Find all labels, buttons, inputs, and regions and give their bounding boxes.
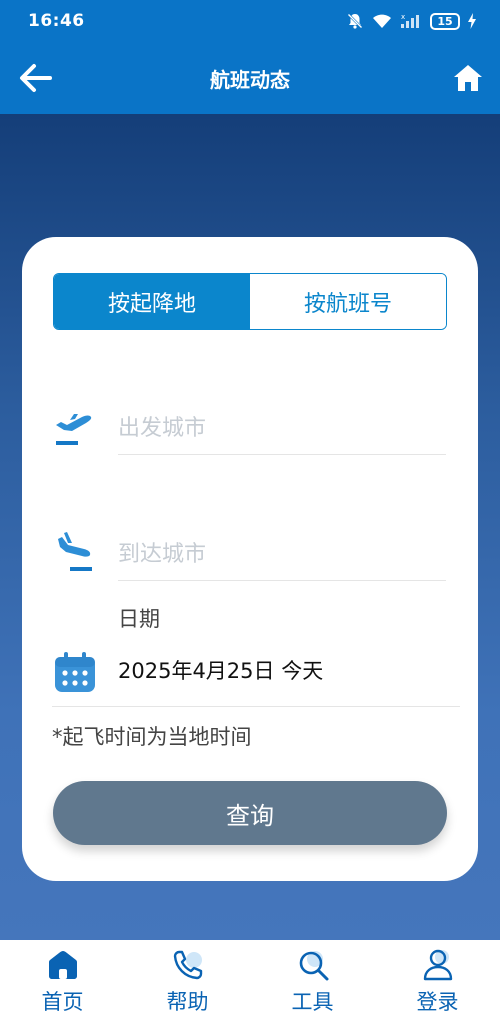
query-button[interactable]: 查询: [53, 781, 447, 845]
status-time: 16:46: [28, 11, 85, 31]
user-icon: [423, 949, 452, 981]
signal-icon: x: [401, 13, 419, 28]
nav-item-tools[interactable]: 工具: [250, 940, 375, 1020]
battery-indicator: 15: [430, 12, 460, 30]
nav-label-help: 帮助: [166, 990, 209, 1014]
landing-icon: [58, 532, 92, 571]
status-bar: 16:46 x 15: [0, 0, 500, 42]
arrival-city-input[interactable]: 到达城市: [118, 523, 446, 581]
page-title: 航班动态: [210, 67, 290, 92]
date-value[interactable]: 2025年4月25日 今天: [118, 655, 323, 685]
nav-item-login[interactable]: 登录: [375, 940, 500, 1020]
departure-city-input[interactable]: 出发城市: [118, 397, 446, 455]
calendar-icon: [55, 652, 95, 692]
home-icon[interactable]: [452, 62, 484, 94]
home-icon: [48, 951, 77, 979]
nav-item-home[interactable]: 首页: [0, 940, 125, 1020]
svg-text:x: x: [401, 13, 405, 21]
takeoff-icon: [56, 414, 92, 445]
nav-label-home: 首页: [41, 990, 84, 1014]
departure-field: 出发城市: [52, 377, 448, 457]
local-time-note: *起飞时间为当地时间: [52, 725, 252, 749]
back-arrow-icon[interactable]: [18, 62, 54, 94]
nav-label-tools: 工具: [291, 990, 334, 1014]
search-icon: [299, 951, 328, 981]
nav-label-login: 登录: [416, 990, 459, 1014]
app-header: 航班动态: [0, 42, 500, 114]
phone-icon: [173, 950, 202, 980]
nav-item-help[interactable]: 帮助: [125, 940, 250, 1020]
tab-by-city[interactable]: 按起降地: [54, 274, 250, 329]
date-label: 日期: [118, 607, 160, 631]
battery-level: 15: [437, 14, 453, 28]
status-icons: x 15: [346, 12, 476, 30]
charging-icon: [468, 13, 476, 29]
mute-bell-icon: [347, 13, 363, 29]
tab-by-flight-number[interactable]: 按航班号: [250, 274, 446, 329]
search-mode-tabs: 按起降地 按航班号: [53, 273, 447, 330]
search-card: 按起降地 按航班号 出发城市 到达城市 日期 2025年4月25日 今天 *起飞…: [22, 237, 478, 881]
date-field[interactable]: 2025年4月25日 今天: [52, 647, 460, 707]
arrival-field: 到达城市: [52, 503, 448, 583]
bottom-nav: 首页 帮助 工具 登录: [0, 940, 500, 1020]
wifi-icon: [373, 14, 391, 28]
